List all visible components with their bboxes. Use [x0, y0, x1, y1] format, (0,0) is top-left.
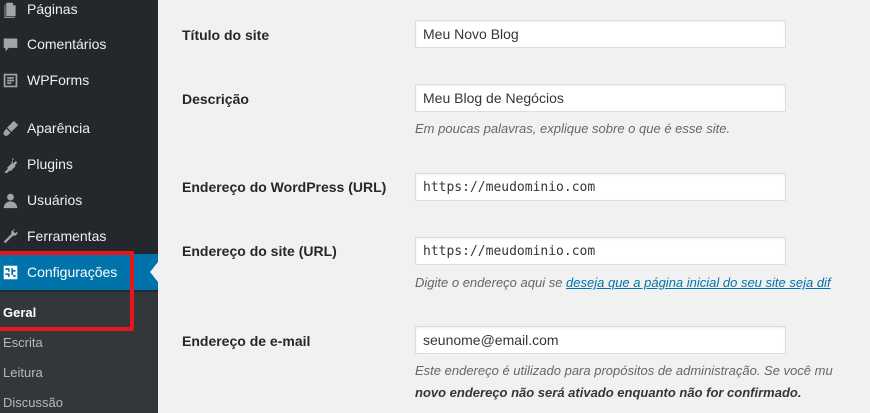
- tagline-input[interactable]: Meu Blog de Negócios: [415, 84, 786, 112]
- admin-sidebar: Páginas Comentários WPForms Aparência Pl…: [0, 0, 158, 413]
- comments-icon: [0, 34, 20, 54]
- sidebar-item-pages[interactable]: Páginas: [0, 0, 158, 27]
- sidebar-item-wpforms[interactable]: WPForms: [0, 62, 158, 98]
- sidebar-item-label: Ferramentas: [27, 228, 107, 244]
- email-label: Endereço de e-mail: [182, 333, 311, 349]
- sidebar-item-label: Usuários: [27, 192, 83, 208]
- site-address-label: Endereço do site (URL): [182, 243, 337, 259]
- submenu-item-reading[interactable]: Leitura: [3, 365, 43, 380]
- site-address-description-text: Digite o endereço aqui se: [415, 275, 567, 290]
- site-title-label: Título do site: [182, 27, 270, 43]
- pages-icon: [0, 0, 20, 19]
- email-description-warning: novo endereço não será ativado enquanto …: [415, 385, 802, 400]
- tagline-description: Em poucas palavras, explique sobre o que…: [415, 121, 731, 136]
- users-icon: [0, 190, 20, 210]
- wpforms-icon: [0, 70, 20, 90]
- appearance-icon: [0, 118, 20, 138]
- sidebar-item-label: Páginas: [27, 1, 78, 17]
- sidebar-item-label: Plugins: [27, 156, 73, 172]
- sidebar-item-plugins[interactable]: Plugins: [0, 146, 158, 182]
- general-settings-form: Título do site Meu Novo Blog Descrição M…: [158, 0, 870, 413]
- submenu-item-discussion[interactable]: Discussão: [3, 395, 63, 410]
- sidebar-item-appearance[interactable]: Aparência: [0, 110, 158, 146]
- sidebar-item-comments[interactable]: Comentários: [0, 26, 158, 62]
- email-description: Este endereço é utilizado para propósito…: [415, 363, 833, 378]
- sidebar-item-label: WPForms: [27, 72, 90, 88]
- current-menu-arrow: [150, 262, 158, 282]
- site-address-description: Digite o endereço aqui se deseja que a p…: [415, 275, 831, 290]
- wp-address-label: Endereço do WordPress (URL): [182, 179, 387, 195]
- sidebar-item-label: Comentários: [27, 36, 107, 52]
- site-title-input[interactable]: Meu Novo Blog: [415, 20, 786, 48]
- site-address-input[interactable]: https://meudominio.com: [415, 237, 786, 265]
- sidebar-item-tools[interactable]: Ferramentas: [0, 218, 158, 254]
- tools-icon: [0, 226, 20, 246]
- plugins-icon: [0, 154, 20, 174]
- site-address-help-link[interactable]: deseja que a página inicial do seu site …: [566, 275, 831, 290]
- tagline-label: Descrição: [182, 91, 249, 107]
- highlight-annotation-box: [0, 251, 134, 331]
- submenu-item-writing[interactable]: Escrita: [3, 335, 43, 350]
- sidebar-item-users[interactable]: Usuários: [0, 182, 158, 218]
- email-input[interactable]: seunome@email.com: [415, 326, 786, 354]
- wp-address-input[interactable]: https://meudominio.com: [415, 173, 786, 201]
- sidebar-item-label: Aparência: [27, 120, 91, 136]
